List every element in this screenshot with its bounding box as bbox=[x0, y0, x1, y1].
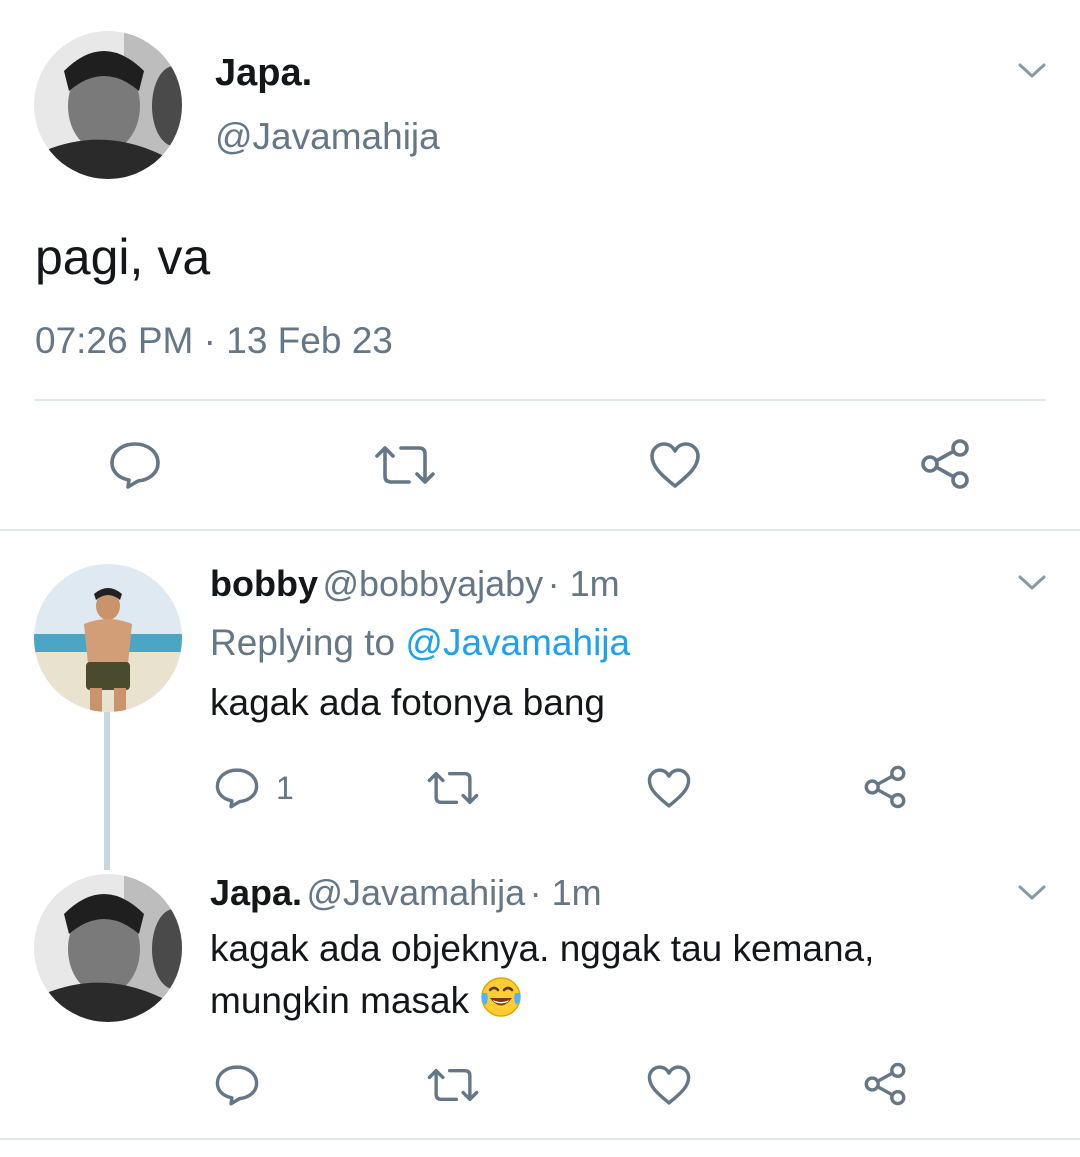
avatar-photo-bw bbox=[34, 31, 182, 179]
more-options-button[interactable] bbox=[1017, 884, 1047, 907]
chevron-down-icon bbox=[1018, 63, 1046, 78]
retweet-icon bbox=[427, 1068, 479, 1102]
share-icon bbox=[864, 1062, 906, 1106]
thread-connector-line bbox=[104, 712, 110, 870]
like-button[interactable] bbox=[646, 1063, 692, 1107]
reply-count: 1 bbox=[276, 769, 294, 806]
heart-icon bbox=[650, 442, 700, 488]
retweet-icon bbox=[375, 446, 435, 484]
retweet-icon bbox=[427, 771, 479, 805]
main-author-avatar[interactable] bbox=[34, 31, 182, 179]
avatar-photo-beach bbox=[34, 564, 182, 712]
retweet-button[interactable] bbox=[373, 442, 437, 488]
avatar-photo-bw bbox=[34, 874, 182, 1022]
chevron-down-icon bbox=[1018, 575, 1046, 590]
heart-icon bbox=[647, 1065, 691, 1105]
reply-text-line-2: mungkin masak bbox=[210, 974, 523, 1028]
reply-icon bbox=[215, 1065, 259, 1106]
reply-author-avatar[interactable] bbox=[34, 874, 182, 1022]
reply-time: · 1m bbox=[529, 872, 602, 913]
reply-icon bbox=[110, 442, 160, 489]
reply-header: bobby @bobbyajaby · 1m bbox=[210, 563, 620, 605]
main-author-name[interactable]: Japa. bbox=[215, 52, 312, 95]
chevron-down-icon bbox=[1018, 885, 1046, 900]
reply-author-handle[interactable]: @bobbyajaby bbox=[322, 563, 543, 604]
reply-time: · 1m bbox=[547, 563, 620, 604]
share-button[interactable] bbox=[918, 437, 972, 491]
replying-to-handle-link[interactable]: @Javamahija bbox=[405, 622, 630, 663]
reply-button[interactable]: 1 bbox=[214, 766, 294, 810]
bottom-divider bbox=[0, 1138, 1080, 1140]
replying-to: Replying to @Javamahija bbox=[210, 622, 630, 664]
share-button[interactable] bbox=[862, 764, 908, 810]
reply-header: Japa. @Javamahija · 1m bbox=[210, 872, 602, 914]
reply-author-handle[interactable]: @Javamahija bbox=[307, 872, 526, 913]
share-button[interactable] bbox=[862, 1061, 908, 1107]
reply-text: kagak ada fotonya bang bbox=[210, 682, 605, 723]
replying-to-prefix: Replying to bbox=[210, 622, 396, 663]
more-options-button[interactable] bbox=[1017, 62, 1047, 85]
reply-icon bbox=[215, 768, 259, 809]
reply-button[interactable] bbox=[108, 440, 162, 490]
reply-button[interactable] bbox=[214, 1063, 260, 1107]
reply-author-name[interactable]: bobby bbox=[210, 563, 318, 604]
reply-author-name[interactable]: Japa. bbox=[210, 872, 302, 913]
retweet-button[interactable] bbox=[426, 1065, 480, 1105]
retweet-button[interactable] bbox=[426, 768, 480, 808]
like-button[interactable] bbox=[646, 766, 692, 810]
share-icon bbox=[921, 439, 969, 489]
reply-text-line-2-content: mungkin masak bbox=[210, 980, 470, 1021]
more-options-button[interactable] bbox=[1017, 574, 1047, 597]
main-author-handle[interactable]: @Javamahija bbox=[215, 116, 440, 158]
heart-icon bbox=[647, 768, 691, 808]
main-tweet-text: pagi, va bbox=[35, 229, 211, 285]
reply-text-line-1: kagak ada objeknya. nggak tau kemana, bbox=[210, 928, 875, 969]
divider bbox=[34, 399, 1046, 401]
main-tweet-timestamp: 07:26 PM · 13 Feb 23 bbox=[35, 320, 393, 361]
like-button[interactable] bbox=[648, 440, 702, 490]
section-divider bbox=[0, 529, 1080, 531]
face-with-tears-of-joy-icon bbox=[481, 977, 522, 1017]
reply-author-avatar[interactable] bbox=[34, 564, 182, 712]
share-icon bbox=[864, 765, 906, 809]
